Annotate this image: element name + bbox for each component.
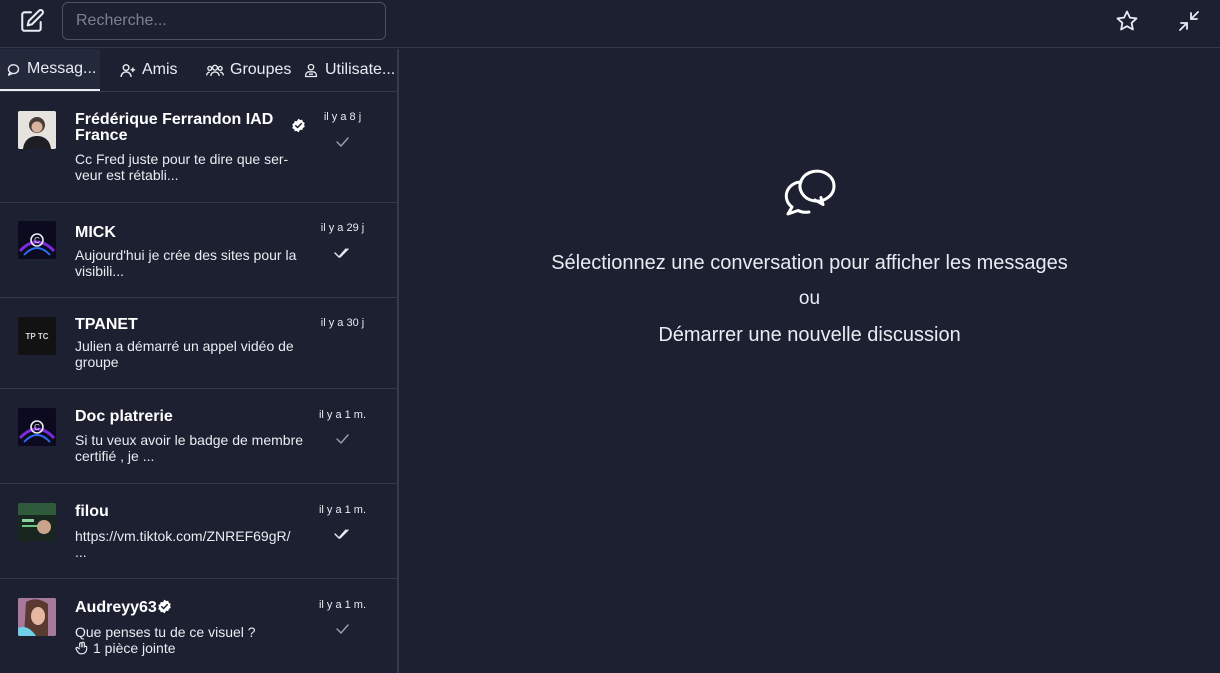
chat-bubbles-icon — [781, 164, 839, 222]
tab-friends[interactable]: Amis — [119, 49, 189, 91]
check-icon — [333, 432, 353, 446]
users-icon — [305, 63, 317, 77]
conversation-sidebar: Messag... Amis Groupes Utilisate... Fréd… — [0, 49, 397, 673]
attachment-icon — [75, 641, 89, 658]
svg-text:C: C — [34, 236, 40, 245]
avatar: C — [18, 408, 56, 446]
tab-users-label: Utilisate... — [325, 61, 395, 78]
tab-messages[interactable]: Messag... — [0, 49, 100, 91]
tab-friends-label: Amis — [142, 61, 178, 78]
message-time: il y a 8 j — [323, 111, 362, 123]
sidebar-tabs: Messag... Amis Groupes Utilisate... — [0, 49, 397, 92]
message-preview: Si tu veux avoir le badge de membre cert… — [75, 432, 304, 464]
conversation-item[interactable]: Frédérique Ferrandon IAD France Cc Fred … — [0, 92, 397, 203]
message-preview: Julien a démarré un appel vidéo de group… — [75, 338, 294, 370]
compose-icon[interactable] — [19, 8, 45, 34]
avatar — [18, 111, 56, 149]
new-discussion-link[interactable]: Démarrer une nouvelle discussion — [399, 324, 1220, 347]
top-bar — [0, 0, 1220, 48]
message-preview-text: Que penses tu de ce visuel ? — [75, 624, 256, 640]
message-preview: https://vm.tiktok.com/ZNREF69gR/ ... — [75, 528, 291, 560]
group-icon — [206, 64, 224, 76]
conversation-item[interactable]: Audreyy63 Que penses tu de ce visuel ? 1… — [0, 579, 397, 673]
message-time: il y a 30 j — [320, 317, 365, 329]
tab-groups-label: Groupes — [230, 61, 292, 78]
conversation-item[interactable]: TP TC TPANET Julien a démarré un appel v… — [0, 298, 397, 389]
avatar — [18, 503, 56, 541]
tab-groups[interactable]: Groupes — [206, 49, 296, 91]
message-time: il y a 1 m. — [318, 599, 367, 611]
empty-state-title: Sélectionnez une conversation pour affic… — [551, 252, 1068, 274]
avatar: C — [18, 221, 56, 259]
conversation-item[interactable]: filou https://vm.tiktok.com/ZNREF69gR/ .… — [0, 484, 397, 579]
message-time: il y a 1 m. — [318, 504, 367, 516]
svg-text:TP TC: TP TC — [26, 332, 49, 341]
avatar — [18, 598, 56, 636]
double-check-icon — [333, 527, 353, 541]
attachment-label: 1 pièce jointe — [93, 640, 176, 656]
chat-icon — [7, 63, 20, 76]
message-preview: Aujourd'hui je crée des sites pour la vi… — [75, 247, 297, 279]
attachment-row: 1 pièce jointe — [75, 640, 310, 658]
minimize-icon[interactable] — [1177, 9, 1201, 33]
contact-name: Audreyy63 — [75, 599, 157, 616]
message-preview: Cc Fred juste pour te dire que ser-veur … — [75, 151, 289, 183]
contact-name: TPANET — [75, 316, 138, 333]
conversation-item[interactable]: C MICK Aujourd'hui je crée des sites pou… — [0, 203, 397, 298]
contact-name: Frédérique Ferrandon IAD France — [75, 111, 274, 144]
user-icon — [120, 63, 136, 77]
star-icon[interactable] — [1115, 9, 1139, 33]
tab-users[interactable]: Utilisate... — [303, 49, 395, 91]
contact-name: MICK — [75, 224, 116, 241]
empty-state-separator: ou — [798, 288, 821, 309]
panel-divider — [397, 49, 399, 673]
tab-messages-label: Messag... — [27, 60, 97, 77]
check-icon — [333, 622, 353, 636]
search-input[interactable] — [62, 2, 386, 40]
double-check-icon — [333, 246, 353, 260]
verified-badge-icon — [157, 599, 172, 619]
message-time: il y a 29 j — [320, 222, 365, 234]
contact-name: filou — [75, 503, 109, 520]
avatar: TP TC — [18, 317, 56, 355]
message-time: il y a 1 m. — [318, 409, 367, 421]
check-icon — [333, 135, 353, 149]
conversation-item[interactable]: C Doc platrerie Si tu veux avoir le badg… — [0, 389, 397, 484]
message-preview: Que penses tu de ce visuel ? 1 pièce joi… — [75, 624, 310, 658]
contact-name: Doc platrerie — [75, 408, 173, 425]
svg-text:C: C — [34, 423, 40, 432]
